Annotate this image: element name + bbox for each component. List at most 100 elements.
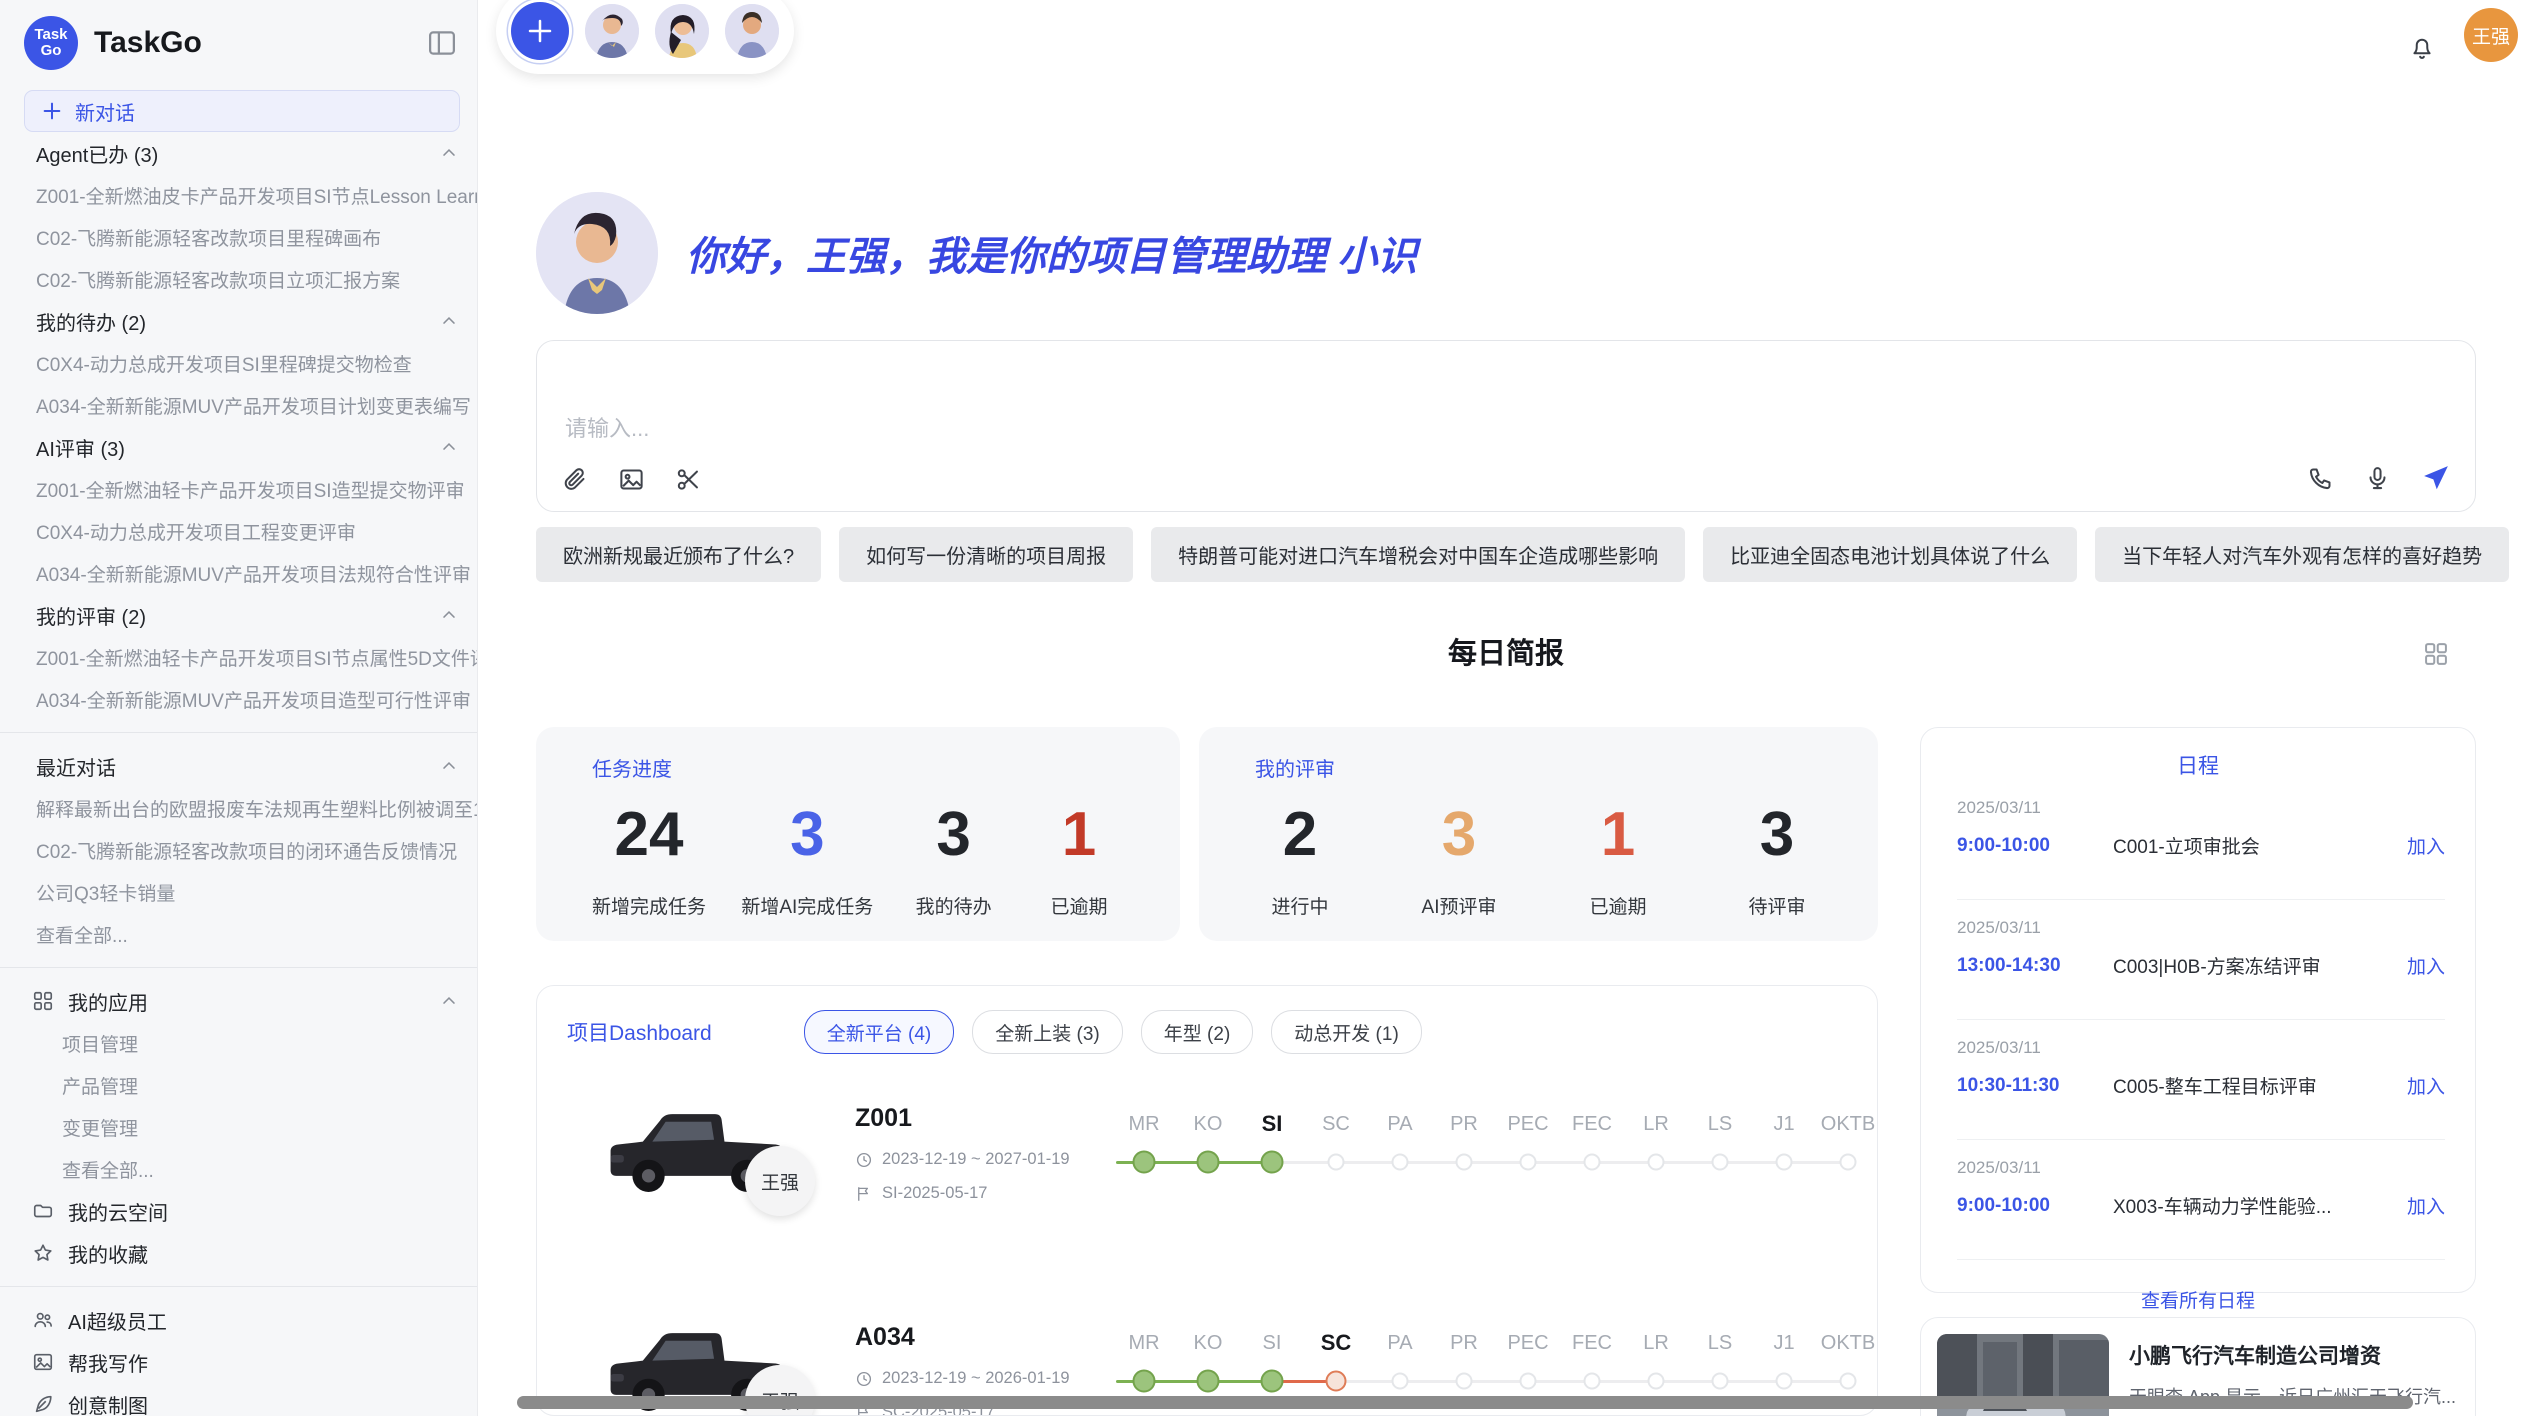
milestone-label: PA: [1368, 1327, 1432, 1359]
sidebar-item[interactable]: C0X4-动力总成开发项目SI里程碑提交物检查: [0, 342, 477, 384]
milestone-dots: [1112, 1144, 1878, 1186]
sidebar-item-ai-super-staff[interactable]: AI超级员工: [0, 1299, 477, 1341]
join-link[interactable]: 加入: [2407, 1072, 2445, 1099]
user-avatar[interactable]: 王强: [2464, 8, 2518, 62]
sidebar-app-item[interactable]: 变更管理: [0, 1106, 477, 1148]
suggestion-chip[interactable]: 特朗普可能对进口汽车增税会对中国车企造成哪些影响: [1151, 527, 1685, 582]
milestone-label: LR: [1624, 1108, 1688, 1140]
dashboard-grid-icon[interactable]: [2422, 640, 2450, 668]
suggestion-chip[interactable]: 比亚迪全固态电池计划具体说了什么: [1703, 527, 2077, 582]
card-title: 任务进度: [592, 753, 1124, 782]
sidebar-item-help-me-write[interactable]: 帮我写作: [0, 1341, 477, 1383]
view-all-schedule-link[interactable]: 查看所有日程: [1921, 1286, 2475, 1313]
milestone-dot: [1584, 1154, 1601, 1171]
suggestion-chip[interactable]: 欧洲新规最近颁布了什么?: [536, 527, 821, 582]
milestone-label-current: SC: [1304, 1327, 1368, 1359]
bell-icon[interactable]: [2408, 34, 2436, 62]
schedule-event[interactable]: 2025/03/11 13:00-14:30 C003|H0B-方案冻结评审 加…: [1921, 900, 2475, 1003]
chat-input-card[interactable]: 请输入...: [536, 340, 2476, 512]
sidebar-section-ai-review[interactable]: AI评审 (3): [0, 426, 477, 468]
sidebar-item[interactable]: 公司Q3轻卡销量: [0, 871, 477, 913]
sidebar-item-my-apps[interactable]: 我的应用: [0, 980, 477, 1022]
new-conversation-button[interactable]: [511, 2, 569, 60]
phone-icon[interactable]: [2307, 465, 2334, 492]
sidebar-app-item[interactable]: 项目管理: [0, 1022, 477, 1064]
suggestion-chip[interactable]: 当下年轻人对汽车外观有怎样的喜好趋势: [2095, 527, 2509, 582]
sidebar-item[interactable]: C02-飞腾新能源轻客改款项目的闭环通告反馈情况: [0, 829, 477, 871]
milestone-label: SC: [1304, 1108, 1368, 1140]
event-name: C005-整车工程目标评审: [2113, 1072, 2407, 1099]
chevron-up-icon: [439, 437, 459, 457]
owner-name: 王强: [761, 1168, 799, 1195]
sidebar-item-label: 我的收藏: [68, 1239, 148, 1268]
app-title: TaskGo: [94, 26, 427, 60]
sidebar-item[interactable]: C0X4-动力总成开发项目工程变更评审: [0, 510, 477, 552]
paperclip-icon[interactable]: [561, 466, 588, 493]
sidebar-header: Task Go TaskGo: [0, 0, 477, 76]
avatar[interactable]: [585, 4, 639, 58]
sidebar-section-recent-chats[interactable]: 最近对话: [0, 745, 477, 787]
sidebar-item[interactable]: A034-全新新能源MUV产品开发项目法规符合性评审: [0, 552, 477, 594]
sidebar-section-agent-done[interactable]: Agent已办 (3): [0, 132, 477, 174]
chat-input-placeholder: 请输入...: [565, 411, 649, 443]
milestone-label: J1: [1752, 1108, 1816, 1140]
chevron-up-icon: [439, 143, 459, 163]
suggestion-chip[interactable]: 如何写一份清晰的项目周报: [839, 527, 1133, 582]
sidebar-item[interactable]: Z001-全新燃油轻卡产品开发项目SI节点属性5D文件评审: [0, 636, 477, 678]
milestone-label: J1: [1752, 1327, 1816, 1359]
sidebar-item-favorites[interactable]: 我的收藏: [0, 1232, 477, 1274]
join-link[interactable]: 加入: [2407, 832, 2445, 859]
sidebar-section-my-review[interactable]: 我的评审 (2): [0, 594, 477, 636]
event-time: 10:30-11:30: [1957, 1075, 2113, 1097]
sidebar-item-cloud-space[interactable]: 我的云空间: [0, 1190, 477, 1232]
sidebar-item[interactable]: 解释最新出台的欧盟报废车法规再生塑料比例被调至15%...: [0, 787, 477, 829]
tab-powertrain[interactable]: 动总开发 (1): [1271, 1010, 1422, 1054]
metric: 3新增AI完成任务: [741, 800, 873, 919]
image-icon[interactable]: [618, 466, 645, 493]
milestone-label: PR: [1432, 1108, 1496, 1140]
suggestion-chips: 欧洲新规最近颁布了什么? 如何写一份清晰的项目周报 特朗普可能对进口汽车增税会对…: [536, 527, 2476, 582]
sidebar-item[interactable]: C02-飞腾新能源轻客改款项目立项汇报方案: [0, 258, 477, 300]
avatar[interactable]: [655, 4, 709, 58]
divider: [0, 967, 477, 968]
sidebar-section-my-todo[interactable]: 我的待办 (2): [0, 300, 477, 342]
schedule-event[interactable]: 2025/03/11 9:00-10:00 C001-立项审批会 加入: [1921, 780, 2475, 883]
milestone-label: LR: [1624, 1327, 1688, 1359]
scissors-icon[interactable]: [675, 466, 702, 493]
tab-new-body[interactable]: 全新上装 (3): [972, 1010, 1123, 1054]
stats-row: 任务进度 24新增完成任务 3新增AI完成任务 3我的待办 1已逾期 我的评审 …: [536, 727, 1878, 941]
taskgo-app: Task Go TaskGo 新对话 Agent已办 (3) Z001-全新燃油…: [0, 0, 2532, 1416]
dashboard-title: 项目Dashboard: [567, 1017, 712, 1047]
microphone-icon[interactable]: [2364, 465, 2391, 492]
send-icon[interactable]: [2421, 463, 2451, 493]
tab-year-model[interactable]: 年型 (2): [1141, 1010, 1254, 1054]
horizontal-scrollbar[interactable]: [517, 1396, 2413, 1409]
sidebar-item[interactable]: A034-全新新能源MUV产品开发项目计划变更表编写: [0, 384, 477, 426]
milestone-dot: [1712, 1373, 1729, 1390]
avatar[interactable]: [725, 4, 779, 58]
milestone-dot: [1392, 1373, 1409, 1390]
sidebar-app-item[interactable]: 产品管理: [0, 1064, 477, 1106]
milestone-dot: [1456, 1373, 1473, 1390]
sidebar-item[interactable]: Z001-全新燃油皮卡产品开发项目SI节点Lesson Learn报告: [0, 174, 477, 216]
new-chat-button[interactable]: 新对话: [24, 90, 460, 132]
event-name: C001-立项审批会: [2113, 832, 2407, 859]
view-all-link[interactable]: 查看全部...: [0, 913, 477, 955]
milestone-dot: [1456, 1154, 1473, 1171]
schedule-event[interactable]: 2025/03/11 10:30-11:30 C005-整车工程目标评审 加入: [1921, 1020, 2475, 1123]
project-row[interactable]: 王强 Z001 2023-12-19 ~ 2027-01-19 SI-2025-…: [567, 1086, 1877, 1273]
milestone-track: MR KO SI SC PA PR PEC FEC LR LS J1 OKTB: [1112, 1327, 1878, 1405]
view-all-link[interactable]: 查看全部...: [0, 1148, 477, 1190]
milestone-dot: [1776, 1154, 1793, 1171]
join-link[interactable]: 加入: [2407, 952, 2445, 979]
sidebar-item[interactable]: A034-全新新能源MUV产品开发项目造型可行性评审: [0, 678, 477, 720]
tab-new-platform[interactable]: 全新平台 (4): [804, 1010, 955, 1054]
sidebar-item[interactable]: Z001-全新燃油轻卡产品开发项目SI造型提交物评审: [0, 468, 477, 510]
sidebar-item-creative-drawing[interactable]: 创意制图: [0, 1383, 477, 1416]
schedule-title: 日程: [1921, 750, 2475, 780]
schedule-event[interactable]: 2025/03/11 9:00-10:00 X003-车辆动力学性能验... 加…: [1921, 1140, 2475, 1243]
sidebar-item[interactable]: C02-飞腾新能源轻客改款项目里程碑画布: [0, 216, 477, 258]
greeting-text: 你好，王强，我是你的项目管理助理 小识: [686, 224, 1417, 282]
join-link[interactable]: 加入: [2407, 1192, 2445, 1219]
collapse-sidebar-icon[interactable]: [427, 28, 457, 58]
